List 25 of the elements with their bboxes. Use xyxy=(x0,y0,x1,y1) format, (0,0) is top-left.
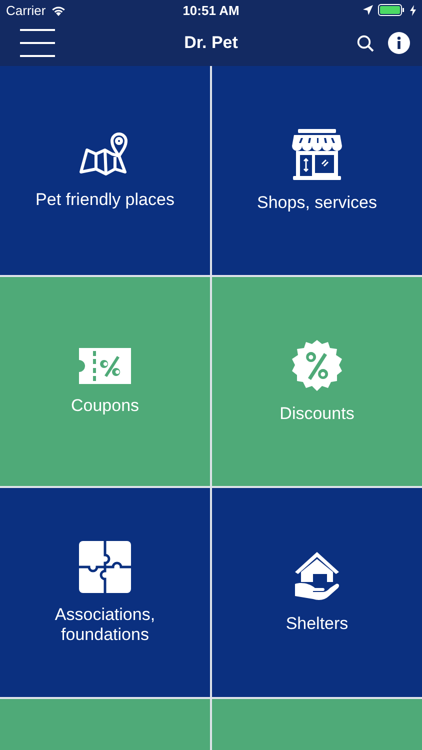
carrier-name: Carrier xyxy=(6,2,46,18)
charging-bolt-icon xyxy=(410,4,416,16)
search-button[interactable] xyxy=(357,34,374,52)
tile-label: Discounts xyxy=(280,404,354,424)
menu-button[interactable] xyxy=(20,28,55,58)
tile-label: Shops, services xyxy=(257,192,377,212)
menu-tile[interactable]: Shops, services xyxy=(212,66,422,275)
location-arrow-icon xyxy=(362,5,373,15)
info-button[interactable] xyxy=(388,32,410,54)
status-time: 10:51 AM xyxy=(182,2,240,18)
menu-tile[interactable]: Shelters xyxy=(212,488,422,697)
percent-badge-icon xyxy=(291,340,343,392)
house-in-hand-icon xyxy=(295,552,339,602)
menu-tile[interactable]: Pet friendly places xyxy=(0,66,210,275)
coupon-icon xyxy=(79,348,131,384)
tile-label: Shelters xyxy=(286,614,348,634)
app-title: Dr. Pet xyxy=(183,33,239,53)
tile-label: Pet friendly places xyxy=(36,190,174,210)
wifi-icon xyxy=(50,4,66,16)
tile-label: Coupons xyxy=(70,396,140,416)
menu-tile[interactable]: Associations, foundations xyxy=(0,488,210,697)
puzzle-icon xyxy=(79,540,131,592)
storefront-icon xyxy=(291,128,343,180)
tile-label: Associations, foundations xyxy=(54,604,156,644)
battery-icon xyxy=(378,4,405,16)
